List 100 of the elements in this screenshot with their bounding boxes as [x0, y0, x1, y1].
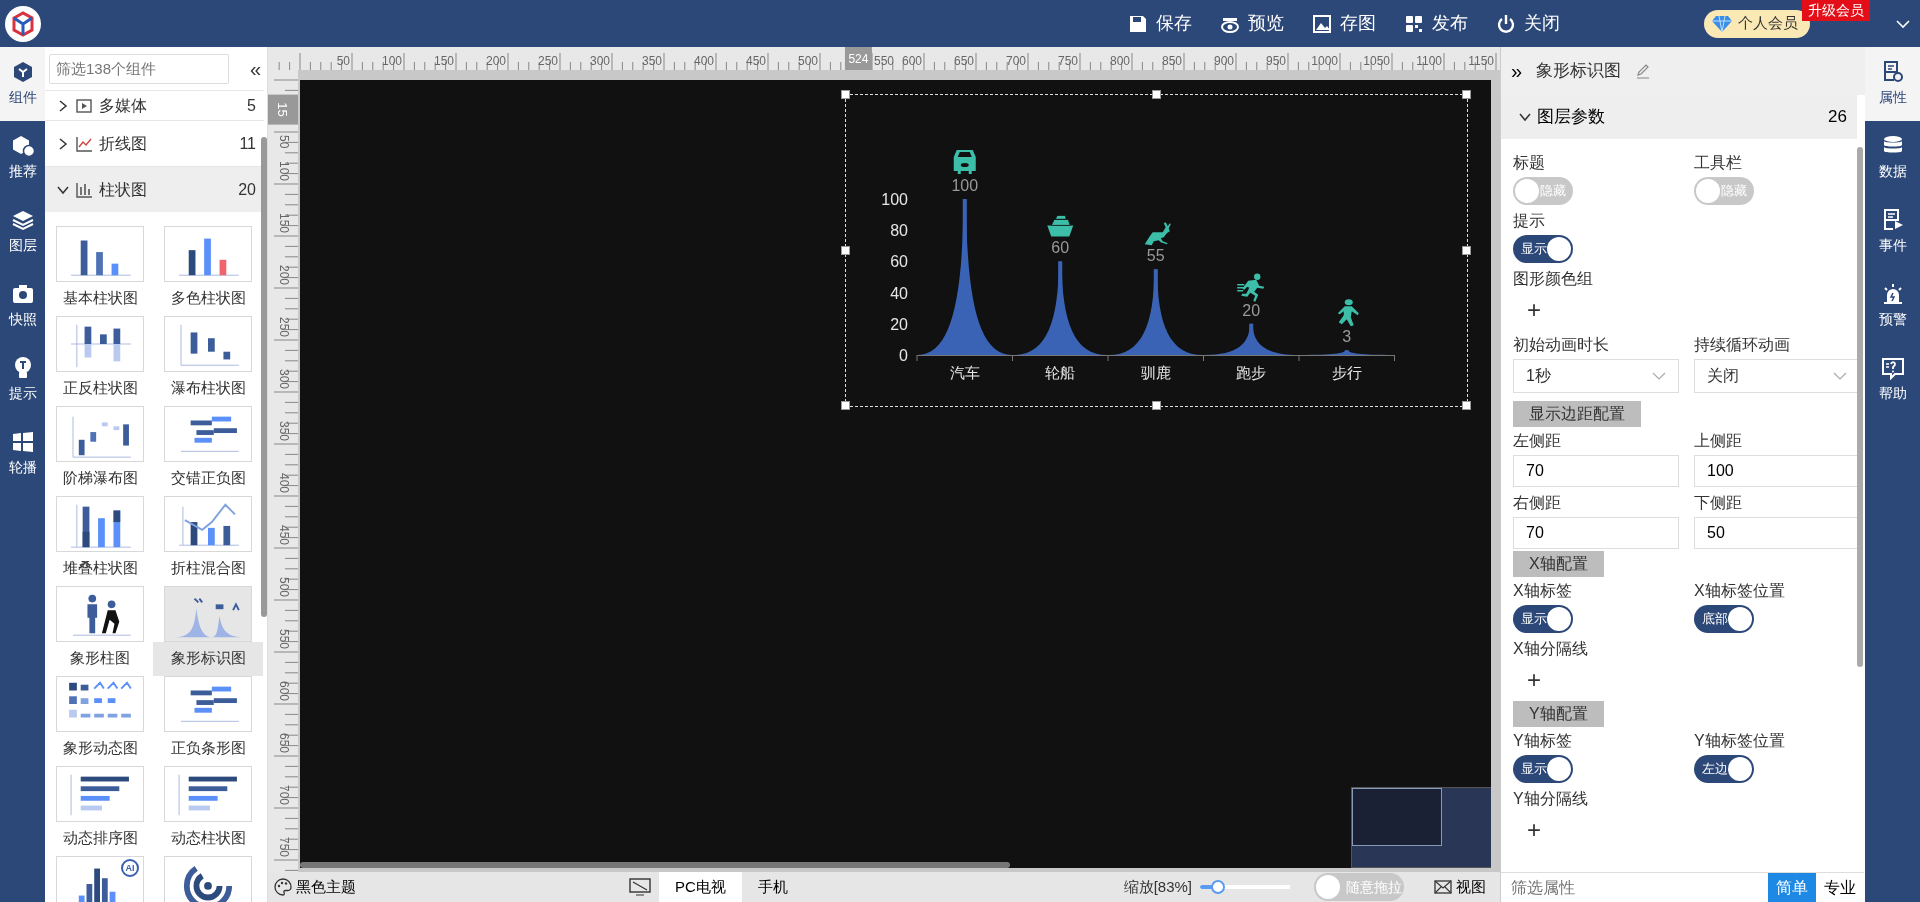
nav-item[interactable]: 数据	[1865, 121, 1920, 195]
resize-handle[interactable]	[841, 401, 850, 410]
component-label: 象形标识图	[153, 642, 263, 676]
pencil-icon[interactable]	[1635, 63, 1652, 79]
ruler-label: 500	[797, 54, 818, 68]
axis-label: 驯鹿	[1140, 364, 1171, 381]
component-thumbnail[interactable]: AI	[56, 856, 144, 902]
input-field[interactable]: 70	[1513, 517, 1679, 549]
device-tab[interactable]: PC电视	[659, 872, 742, 902]
ruler-label: 200	[277, 264, 291, 285]
resize-handle[interactable]	[1462, 245, 1471, 255]
scrollbar[interactable]	[1857, 147, 1863, 667]
resize-handle[interactable]	[1151, 90, 1161, 99]
minimap[interactable]	[1351, 787, 1491, 868]
input-field[interactable]: 50	[1694, 517, 1860, 549]
scrollbar[interactable]	[300, 862, 1010, 868]
resize-handle[interactable]	[841, 90, 850, 99]
save-button[interactable]: 保存	[1114, 10, 1206, 37]
caret-icon[interactable]	[1896, 18, 1910, 29]
ruler-label: 50	[277, 135, 291, 149]
component-thumbnail[interactable]	[56, 586, 144, 642]
add-button[interactable]: +	[1513, 813, 1555, 847]
collapse-button[interactable]: «	[243, 53, 267, 84]
dropdown[interactable]: 1秒	[1513, 359, 1679, 393]
axis-label: 跑步	[1236, 364, 1267, 381]
component-thumbnail[interactable]	[56, 316, 144, 372]
component-thumbnail[interactable]	[164, 406, 252, 462]
component-thumbnail[interactable]	[56, 226, 144, 282]
toggle-switch[interactable]: 显示	[1513, 235, 1573, 263]
axis-label: 80	[890, 222, 908, 240]
nav-item[interactable]: 轮播	[0, 417, 45, 491]
section-button[interactable]: Y轴配置	[1513, 701, 1604, 727]
nav-item[interactable]: 推荐	[0, 121, 45, 195]
resize-handle[interactable]	[1462, 90, 1471, 99]
toggle-switch[interactable]: 左边	[1694, 755, 1754, 783]
expand-button[interactable]: »	[1511, 56, 1523, 86]
scrollbar[interactable]	[261, 137, 267, 617]
component-thumbnail[interactable]	[56, 406, 144, 462]
nav-item[interactable]: 属性	[1865, 47, 1920, 121]
add-button[interactable]: +	[1513, 293, 1555, 327]
member-button[interactable]: 个人会员	[1704, 9, 1810, 38]
component-thumbnail[interactable]	[164, 496, 252, 552]
component-label: 多色柱状图	[169, 288, 247, 308]
count-label: 11	[239, 133, 256, 154]
component-thumbnail[interactable]	[56, 676, 144, 732]
theme-button[interactable]: 黑色主题	[274, 875, 629, 899]
resize-handle[interactable]	[1151, 401, 1161, 410]
mode-tab[interactable]: 简单	[1768, 872, 1816, 902]
minimap-viewport[interactable]	[1352, 788, 1442, 846]
section-button[interactable]: X轴配置	[1513, 551, 1604, 577]
input-field[interactable]: 100	[1694, 455, 1860, 487]
field-label: 左侧距	[1513, 431, 1562, 451]
publish-button[interactable]: 发布	[1390, 10, 1482, 37]
nav-item[interactable]: 预警	[1865, 269, 1920, 343]
search-field[interactable]: 筛选138个组件	[49, 53, 229, 84]
data-label: 60	[1051, 239, 1070, 257]
resize-handle[interactable]	[1462, 401, 1471, 410]
toggle-switch[interactable]: 显示	[1513, 605, 1573, 633]
preview-button[interactable]: 预览	[1206, 10, 1298, 37]
component-thumbnail[interactable]	[164, 676, 252, 732]
ruler-label: 300	[277, 368, 291, 389]
toggle-switch[interactable]: 显示	[1513, 755, 1573, 783]
ruler-label: 450	[745, 54, 766, 68]
ruler-marker: 524	[844, 47, 872, 70]
section-header[interactable]: 图层参数 26	[1501, 95, 1857, 139]
nav-item[interactable]: 快照	[0, 269, 45, 343]
view-button[interactable]: 视图	[1428, 874, 1492, 900]
save-image-button[interactable]: 存图	[1298, 10, 1390, 37]
chevron-icon	[57, 137, 69, 150]
component-thumbnail[interactable]	[164, 226, 252, 282]
mode-tab[interactable]: 专业	[1816, 872, 1864, 902]
ruler-label: 750	[277, 836, 291, 857]
field-label: 图形颜色组	[1513, 269, 1594, 289]
envelope-icon	[1434, 880, 1452, 894]
component-thumbnail[interactable]	[56, 496, 144, 552]
ruler-label: 900	[1213, 54, 1234, 68]
nav-item[interactable]: 事件	[1865, 195, 1920, 269]
component-label: 折柱混合图	[169, 558, 247, 578]
resize-handle[interactable]	[841, 245, 850, 255]
ruler-label: 650	[277, 732, 291, 753]
nav-item[interactable]: 组件	[0, 47, 45, 121]
windows-icon	[10, 430, 35, 454]
ruler-label: 600	[901, 54, 922, 68]
category-row[interactable]: 柱状图 20	[45, 166, 264, 212]
component-thumbnail[interactable]	[164, 856, 252, 902]
device-tab[interactable]: 手机	[741, 872, 804, 902]
nav-item[interactable]: 帮助	[1865, 343, 1920, 417]
close-button[interactable]: 关闭	[1482, 10, 1574, 37]
component-thumbnail[interactable]	[164, 766, 252, 822]
nav-item[interactable]: 图层	[0, 195, 45, 269]
component-thumbnail[interactable]	[164, 586, 252, 642]
component-thumbnail[interactable]	[164, 316, 252, 372]
add-button[interactable]: +	[1513, 663, 1555, 697]
input-field[interactable]: 70	[1513, 455, 1679, 487]
section-button[interactable]: 显示边距配置	[1513, 401, 1641, 427]
toggle-switch[interactable]: 底部	[1694, 605, 1754, 633]
nav-item[interactable]: 提示	[0, 343, 45, 417]
upgrade-badge[interactable]: 升级会员	[1802, 0, 1870, 21]
component-thumbnail[interactable]	[56, 766, 144, 822]
field-label: Y轴分隔线	[1513, 789, 1589, 809]
